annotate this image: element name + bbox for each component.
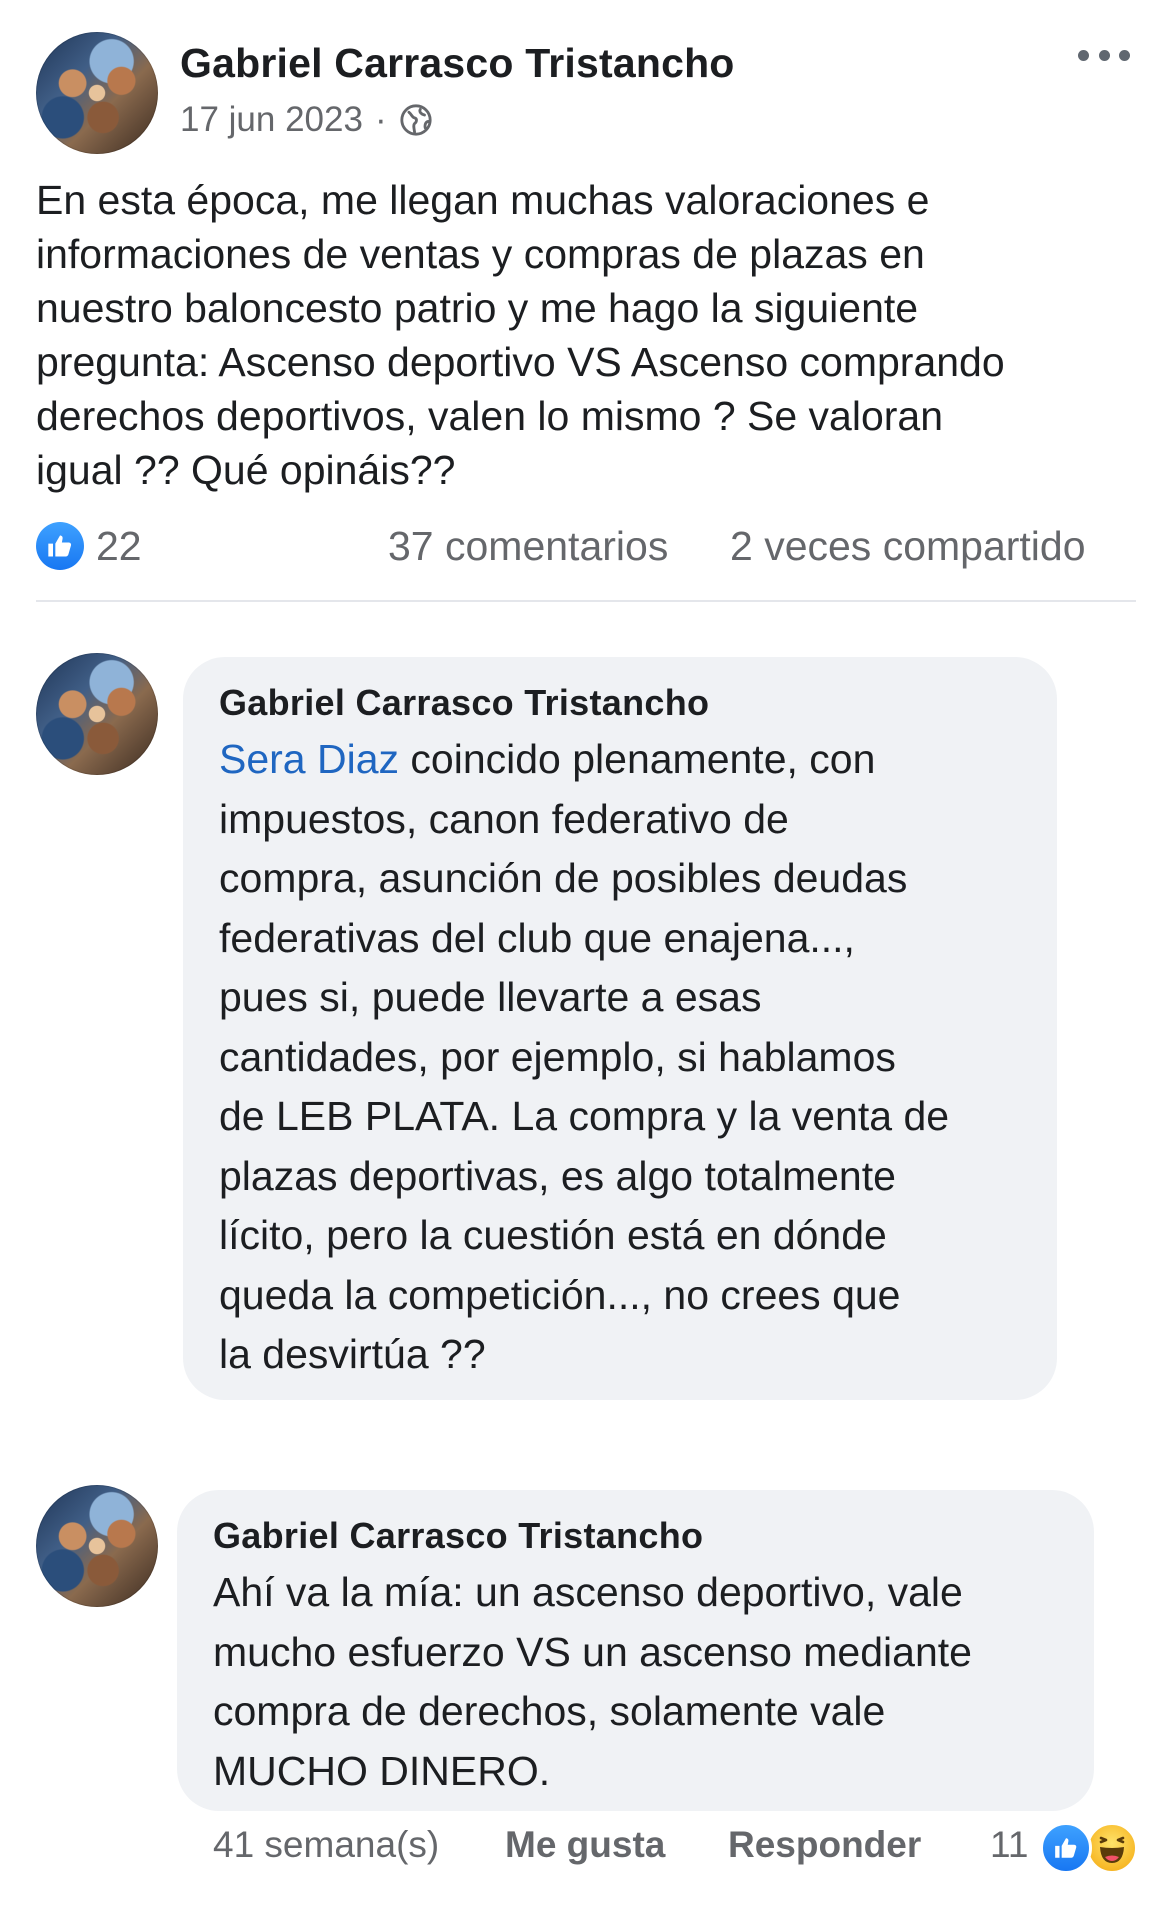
shares-count[interactable]: 2 veces compartido	[730, 523, 1086, 570]
like-icon[interactable]	[36, 522, 84, 570]
like-icon[interactable]	[1040, 1822, 1092, 1874]
reaction-count[interactable]: 22	[96, 523, 142, 570]
post-author-avatar[interactable]	[36, 32, 158, 154]
post-meta: 17 jun 2023 ·	[180, 100, 433, 140]
post-text-line: nuestro baloncesto patrio y me hago la s…	[36, 285, 919, 331]
comment-text-line: queda la competición..., no crees que	[219, 1271, 901, 1318]
post-text: En esta época, me llegan muchas valoraci…	[36, 173, 1136, 497]
comment-bubble: Gabriel Carrasco Tristancho Ahí va la mí…	[177, 1490, 1094, 1811]
comment-text-line: plazas deportivas, es algo totalmente	[219, 1152, 896, 1199]
comment-text-line: cantidades, por ejemplo, si hablamos	[219, 1033, 896, 1080]
comment-author-avatar[interactable]	[36, 1485, 158, 1607]
comment-text: Sera Diaz coincido plenamente, con impue…	[219, 730, 949, 1385]
comment-text-line: mucho esfuerzo VS un ascenso mediante	[213, 1628, 972, 1675]
comment-like-button[interactable]: Me gusta	[505, 1824, 665, 1866]
comment-text-line: la desvirtúa ??	[219, 1331, 486, 1377]
comment-text-line: pues si, puede llevarte a esas	[219, 974, 762, 1020]
comment-text-line: compra de derechos, solamente vale	[213, 1688, 886, 1734]
globe-icon	[400, 104, 432, 136]
comment-reaction-count[interactable]: 11	[990, 1824, 1028, 1866]
post-text-line: igual ?? Qué opináis??	[36, 447, 456, 493]
post-text-line: pregunta: Ascenso deportivo VS Ascenso c…	[36, 339, 1005, 385]
mention-link[interactable]: Sera Diaz	[219, 736, 399, 782]
comment-text: Ahí va la mía: un ascenso deportivo, val…	[213, 1563, 972, 1801]
haha-icon[interactable]	[1086, 1822, 1138, 1874]
comment-text-line: compra, asunción de posibles deudas	[219, 855, 908, 901]
post-date[interactable]: 17 jun 2023	[180, 100, 363, 140]
post-author-name[interactable]: Gabriel Carrasco Tristancho	[180, 40, 735, 87]
more-dots-icon[interactable]	[1078, 45, 1130, 65]
comment-reply-button[interactable]: Responder	[728, 1824, 921, 1866]
meta-separator: ·	[374, 100, 387, 139]
comment-author-name[interactable]: Gabriel Carrasco Tristancho	[219, 680, 949, 726]
comment-text-line: MUCHO DINERO.	[213, 1747, 551, 1794]
comment-text-line: Ahí va la mía: un ascenso deportivo, val…	[213, 1569, 963, 1615]
post-text-line: En esta época, me llegan muchas valoraci…	[36, 177, 930, 223]
post-text-line: derechos deportivos, valen lo mismo ? Se…	[36, 393, 944, 439]
comment-text-fragment: coincido plenamente, con	[399, 736, 876, 782]
comment-text-line: federativas del club que enajena...,	[219, 914, 855, 961]
comment-text-line: de LEB PLATA. La compra y la venta de	[219, 1093, 950, 1139]
post-text-line: informaciones de ventas y compras de pla…	[36, 231, 925, 277]
comments-count[interactable]: 37 comentarios	[388, 523, 668, 570]
comment-text-line: impuestos, canon federativo de	[219, 795, 789, 842]
comment-timestamp[interactable]: 41 semana(s)	[213, 1824, 439, 1866]
comment-author-name[interactable]: Gabriel Carrasco Tristancho	[213, 1513, 972, 1559]
comment-author-avatar[interactable]	[36, 653, 158, 775]
divider	[36, 600, 1136, 602]
comment-text-line: Sera Diaz coincido plenamente, con	[219, 730, 949, 790]
comment-text-line: lícito, pero la cuestión está en dónde	[219, 1212, 887, 1258]
comment-bubble: Gabriel Carrasco Tristancho Sera Diaz co…	[183, 657, 1057, 1400]
